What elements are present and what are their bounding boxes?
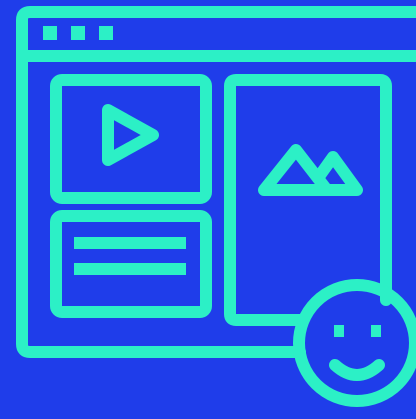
video-panel bbox=[50, 74, 212, 204]
play-icon bbox=[102, 104, 159, 166]
mountain-small-peak bbox=[312, 151, 363, 196]
web-layout-illustration bbox=[0, 0, 416, 419]
text-lines-icon bbox=[74, 237, 186, 249]
smiley-mouth bbox=[329, 359, 385, 381]
text-line-2 bbox=[74, 263, 186, 275]
window-dot-2 bbox=[71, 26, 85, 40]
smiley-left-eye bbox=[334, 325, 344, 337]
smiley-face-icon bbox=[293, 279, 416, 407]
window-dot-1 bbox=[43, 26, 57, 40]
smiley-right-eye bbox=[371, 325, 381, 337]
window-dot-3 bbox=[99, 26, 113, 40]
browser-window-icon bbox=[16, 6, 416, 407]
